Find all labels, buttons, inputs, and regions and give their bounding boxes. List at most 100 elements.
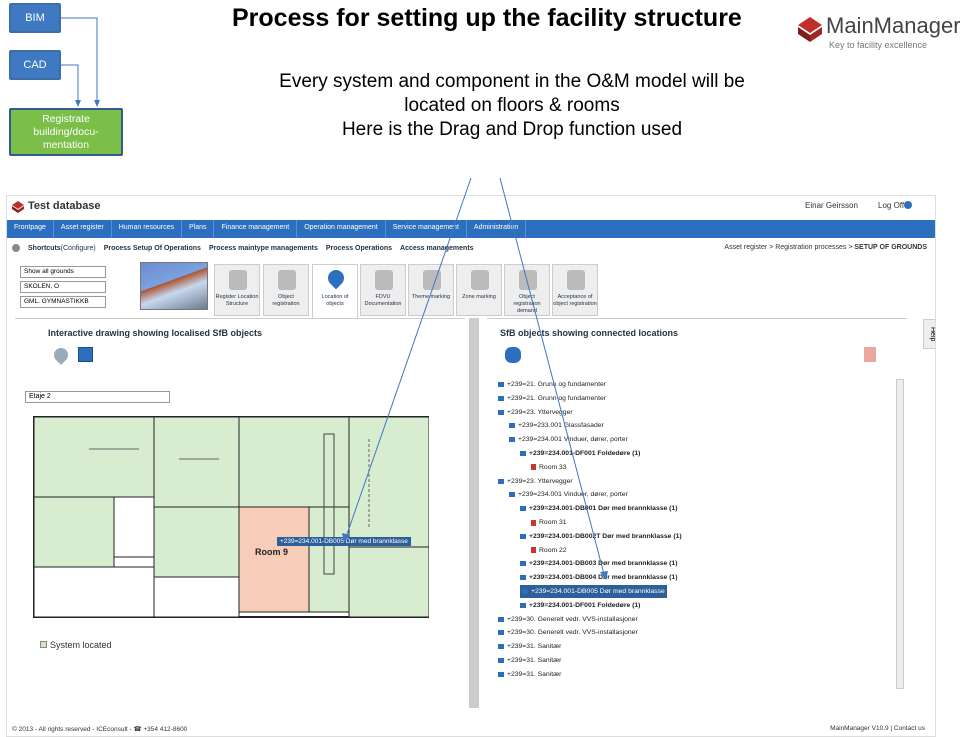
legend-swatch bbox=[40, 641, 47, 648]
breadcrumb-current: SETUP OF GROUNDS bbox=[854, 244, 927, 251]
tree-item[interactable]: +239=234.001-DB001 Dør med brannklasse (… bbox=[520, 502, 677, 515]
object-registration-icon bbox=[278, 270, 296, 290]
help-tab[interactable]: Help bbox=[923, 319, 935, 349]
object-icon bbox=[520, 602, 526, 608]
floor-select[interactable]: Etaje 2 bbox=[25, 391, 170, 403]
object-icon bbox=[520, 533, 526, 539]
room-icon bbox=[531, 519, 536, 526]
nav-human-resources[interactable]: Human resources bbox=[112, 220, 182, 238]
tree-item[interactable]: +239=23. Yttervegger bbox=[498, 406, 573, 419]
legend-label: System located bbox=[50, 640, 112, 650]
dragged-object-label[interactable]: +239=234.001-DB005 Dør med brannklasse bbox=[277, 537, 411, 546]
tree-item-label: +239=31. Sanitær bbox=[507, 670, 562, 678]
shortcuts-gear-icon[interactable] bbox=[12, 244, 20, 252]
tree-item[interactable]: +239=234.001-DF001 Foldedøre (1) bbox=[520, 599, 640, 612]
room-icon bbox=[531, 464, 536, 471]
object-icon bbox=[498, 658, 504, 663]
breadcrumb-registration[interactable]: Registration processes bbox=[775, 244, 846, 251]
nav-administration[interactable]: Administration bbox=[467, 220, 527, 238]
tree-panel-title: SfB objects showing connected locations bbox=[500, 328, 679, 338]
nav-finance-management[interactable]: Finance management bbox=[214, 220, 298, 238]
logoff-link[interactable]: Log Off bbox=[878, 201, 904, 210]
tab-object-registration[interactable]: Object registration bbox=[263, 264, 309, 316]
registrate-label: Registrate building/docu-mentation bbox=[33, 112, 99, 151]
site-select[interactable]: SKOLEN, O bbox=[20, 281, 106, 293]
tab-location-of-objects[interactable]: Location of objects bbox=[312, 264, 358, 318]
tree-room-item[interactable]: Room 22 bbox=[531, 544, 567, 557]
map-icon[interactable] bbox=[78, 347, 93, 362]
tree-item-label: Room 22 bbox=[539, 546, 567, 554]
database-title: Test database bbox=[28, 200, 101, 212]
room-icon bbox=[531, 547, 536, 554]
object-icon bbox=[498, 409, 504, 415]
tree-item[interactable]: +239=234.001-DB002T Dør med brannklasse … bbox=[520, 530, 682, 543]
tree-item-label: +239=30. Generelt vedr. VVS-installasjon… bbox=[507, 615, 638, 623]
nav-asset-register[interactable]: Asset register bbox=[54, 220, 112, 238]
tab-label: Zone marking bbox=[462, 294, 496, 300]
footer-version[interactable]: MainManager V10.9 | Contact us bbox=[830, 725, 925, 732]
tree-item[interactable]: +239=30. Generelt vedr. VVS-installasjon… bbox=[498, 626, 638, 639]
shortcut-maintype[interactable]: Process maintype managements bbox=[209, 245, 318, 252]
tree-item[interactable]: +239=233.001 Glassfasader bbox=[509, 419, 604, 432]
subtitle-line-2: located on floors & rooms bbox=[404, 95, 620, 116]
tab-register-location[interactable]: Register Location Structure bbox=[214, 264, 260, 316]
nav-plans[interactable]: Plans bbox=[182, 220, 215, 238]
tree-item[interactable]: +239=31. Sanitær bbox=[498, 640, 561, 653]
tab-zone-marking[interactable]: Zone marking bbox=[456, 264, 502, 316]
tree-item-label: +239=234.001-DB002T Dør med brannklasse … bbox=[529, 532, 682, 540]
shortcut-operations[interactable]: Process Operations bbox=[326, 245, 392, 252]
tab-fdvu[interactable]: FDVU Documentation bbox=[360, 264, 406, 316]
slide-subtitle: Every system and component in the O&M mo… bbox=[262, 70, 762, 142]
breadcrumb-asset-register[interactable]: Asset register bbox=[724, 244, 767, 251]
tree-item[interactable]: +239=30. Generelt vedr. VVS-installasjon… bbox=[498, 613, 638, 626]
tab-theme-marking[interactable]: Theme marking bbox=[408, 264, 454, 316]
subtitle-line-1: Every system and component in the O&M mo… bbox=[279, 71, 745, 92]
tree-item-label: +239=234.001-DF001 Foldedøre (1) bbox=[529, 450, 641, 457]
slide-title: Process for setting up the facility stru… bbox=[232, 4, 742, 32]
shortcut-setup-operations[interactable]: Process Setup Of Operations bbox=[104, 245, 201, 252]
tree-item[interactable]: +239=234.001-DF001 Foldedøre (1) bbox=[520, 447, 640, 460]
tree-item[interactable]: +239=234.001 Vinduer, dører, porter bbox=[509, 433, 628, 446]
tree-item-label: +239=31. Sanitær bbox=[507, 643, 562, 651]
tree-item[interactable]: +239=234.001-DB005 Dør med brannklasse bbox=[520, 585, 667, 598]
trash-icon[interactable] bbox=[864, 347, 876, 362]
tree-item-label: +239=23. Yttervegger bbox=[507, 408, 573, 416]
theme-icon bbox=[423, 270, 441, 290]
tree-item[interactable]: +239=21. Grunn og fundamenter bbox=[498, 392, 606, 405]
tree-item[interactable]: +239=21. Grunn og fundamenter bbox=[498, 378, 606, 391]
tree-item[interactable]: +239=23. Yttervegger bbox=[498, 475, 573, 488]
object-icon bbox=[498, 630, 504, 636]
main-nav: Frontpage Asset register Human resources… bbox=[7, 220, 935, 238]
nav-service-management[interactable]: Service management bbox=[386, 220, 467, 238]
tree-item-label: +239=234.001-DB004 Dør med brannklasse (… bbox=[529, 574, 678, 582]
tree-item[interactable]: +239=234.001-DB003 Dør med brannklasse (… bbox=[520, 557, 677, 570]
tab-acceptance[interactable]: Acceptance of object registration bbox=[552, 264, 598, 316]
nav-operation-management[interactable]: Operation management bbox=[297, 220, 386, 238]
flow-arrows bbox=[61, 17, 100, 107]
tab-object-demand[interactable]: Object registration demand bbox=[504, 264, 550, 316]
tree-scrollbar[interactable] bbox=[896, 379, 904, 689]
tree-item-label: +239=21. Grunn og fundamenter bbox=[507, 394, 607, 402]
tree-item[interactable]: +239=31. Sanitær bbox=[498, 654, 561, 667]
tree-item[interactable]: +239=234.001 Vinduer, dører, porter bbox=[509, 488, 628, 501]
tree-item[interactable]: +239=234.001-DB004 Dør med brannklasse (… bbox=[520, 571, 677, 584]
object-icon bbox=[498, 382, 504, 387]
nav-frontpage[interactable]: Frontpage bbox=[7, 220, 54, 238]
tree-room-item[interactable]: Room 31 bbox=[531, 516, 567, 529]
tree-item[interactable]: +239=31. Sanitær bbox=[498, 668, 561, 681]
logoff-icon[interactable] bbox=[904, 201, 912, 209]
building-select[interactable]: GML. GYMNASTIKKB bbox=[20, 296, 106, 308]
tab-label: Object registration demand bbox=[513, 294, 541, 314]
tab-label: Object registration bbox=[272, 294, 300, 307]
tree-item-label: Room 31 bbox=[539, 519, 567, 526]
shortcuts-configure-link[interactable]: (Configure) bbox=[61, 245, 96, 252]
floor-plan[interactable] bbox=[29, 409, 429, 621]
shortcut-access[interactable]: Access managements bbox=[400, 245, 474, 252]
breadcrumb: Asset register > Registration processes … bbox=[724, 244, 927, 251]
tree-room-item[interactable]: Room 33 bbox=[531, 461, 567, 474]
grounds-select[interactable]: Show all grounds bbox=[20, 266, 106, 278]
panel-splitter[interactable] bbox=[469, 318, 479, 708]
sfb-tree: +239=21. Grunn og fundamenter +239=21. Gr… bbox=[496, 378, 896, 691]
app-header: Test database Einar Geirsson Log Off bbox=[7, 196, 935, 220]
database-icon[interactable] bbox=[505, 347, 521, 363]
